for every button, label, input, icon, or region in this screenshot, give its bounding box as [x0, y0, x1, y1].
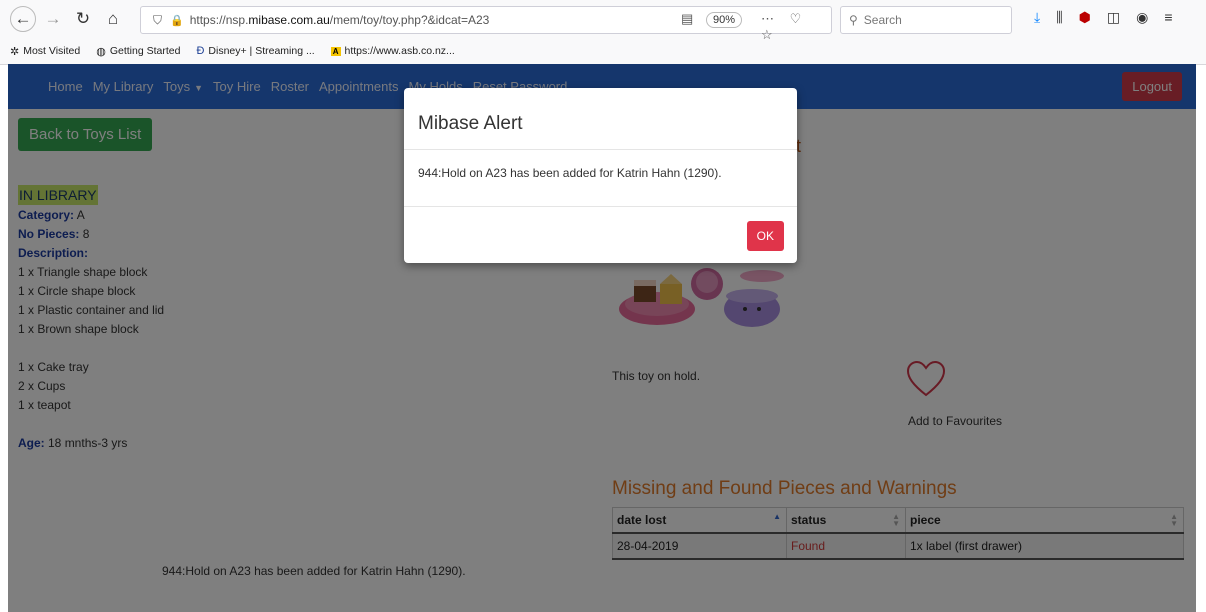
- alert-dialog: Mibase Alert 944:Hold on A23 has been ad…: [404, 88, 797, 263]
- forward-arrow-icon[interactable]: →: [40, 6, 66, 32]
- menu-icon[interactable]: ≡: [1164, 9, 1172, 26]
- search-input[interactable]: ⚲ Search: [840, 6, 1012, 34]
- account-icon[interactable]: ◉: [1136, 9, 1148, 26]
- home-icon[interactable]: ⌂: [100, 6, 126, 32]
- browser-toolbar: ← → ↻ ⌂ ⛉ 🔒 https://nsp.mibase.com.au/me…: [0, 0, 1206, 42]
- url-bar[interactable]: ⛉ 🔒 https://nsp.mibase.com.au/mem/toy/to…: [140, 6, 832, 42]
- ublock-icon[interactable]: ⬢: [1079, 9, 1091, 26]
- bookmarks-bar: ✲ Most Visited ◍ Getting Started Ð Disney+ …: [0, 40, 461, 62]
- back-arrow-icon[interactable]: ←: [10, 6, 36, 32]
- ok-button[interactable]: OK: [746, 221, 784, 251]
- toolbar-icons: ⤓ ⫼ ⬢ ◫ ◉ ≡: [1034, 9, 1173, 26]
- lock-icon[interactable]: 🔒: [170, 14, 184, 27]
- search-icon: ⚲: [849, 13, 858, 27]
- browser-chrome: ← → ↻ ⌂ ⛉ 🔒 https://nsp.mibase.com.au/me…: [0, 0, 1206, 65]
- shield-icon[interactable]: ⛉: [153, 13, 162, 28]
- sidebar-icon[interactable]: ◫: [1107, 9, 1120, 26]
- zoom-level[interactable]: 90%: [706, 12, 743, 28]
- bookmark-asb[interactable]: Ahttps://www.asb.co.nz...: [330, 45, 455, 57]
- url-text[interactable]: https://nsp.mibase.com.au/mem/toy/toy.ph…: [190, 13, 490, 27]
- bookmark-most-visited[interactable]: ✲ Most Visited: [10, 45, 80, 58]
- reader-view-icon[interactable]: ▤: [681, 11, 693, 27]
- library-icon[interactable]: ⫼: [1056, 9, 1062, 26]
- dialog-title: Mibase Alert: [418, 113, 523, 134]
- reload-icon[interactable]: ↻: [70, 6, 96, 32]
- disney-icon: Ð: [196, 45, 205, 57]
- download-icon[interactable]: ⤓: [1034, 9, 1040, 26]
- dialog-footer: OK: [404, 206, 797, 264]
- gear-icon: ✲: [10, 45, 20, 58]
- asb-icon: A: [330, 46, 341, 56]
- globe-icon: ◍: [96, 45, 106, 58]
- dialog-message: 944:Hold on A23 has been added for Katri…: [418, 166, 722, 180]
- page-actions-icon[interactable]: ⋯ ♡ ☆: [761, 11, 831, 43]
- bookmark-getting-started[interactable]: ◍ Getting Started: [96, 45, 180, 58]
- bookmark-disney[interactable]: Ð Disney+ | Streaming ...: [196, 45, 314, 57]
